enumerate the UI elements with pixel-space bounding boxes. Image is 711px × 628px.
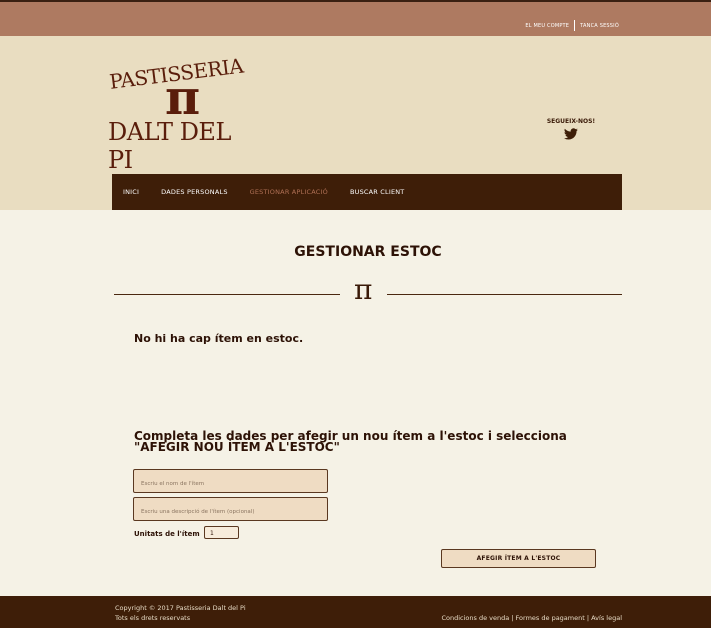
logo-line2: DALT DEL PI (108, 118, 231, 174)
divider-line-left (114, 294, 340, 295)
separator (574, 20, 576, 31)
add-item-instructions: Completa les dades per afegir un nou íte… (134, 429, 567, 454)
nav-item-inici[interactable]: INICI (123, 188, 139, 196)
follow-us-label: SEGUEIX-NOS! (546, 118, 596, 125)
page-title: GESTIONAR ESTOC (294, 244, 442, 260)
top-bar: EL MEU COMPTE TANCA SESSIÓ (0, 0, 711, 36)
item-description-input[interactable]: Escriu una descripció de l'ítem (opciona… (133, 497, 328, 521)
rights-text: Tots els drets reservats (115, 614, 191, 622)
my-account-link[interactable]: EL MEU COMPTE (525, 23, 569, 29)
main-content (0, 210, 711, 596)
logo[interactable]: PASTISSERIA π DALT DEL PI (108, 54, 258, 174)
divider-line-right (387, 294, 622, 295)
logout-link[interactable]: TANCA SESSIÓ (580, 23, 619, 29)
social-block: SEGUEIX-NOS! (535, 118, 607, 140)
item-name-input[interactable]: Escriu el nom de l'ítem (133, 469, 328, 493)
nav-item-buscar-client[interactable]: BUSCAR CLIENT (350, 188, 405, 196)
logo-pi-symbol: π (165, 70, 201, 126)
footer-links[interactable]: Condicions de venda | Formes de pagament… (441, 614, 622, 622)
add-item-button[interactable]: AFEGIR ÍTEM A L'ESTOC (441, 549, 596, 568)
units-label: Unitats de l'ítem (134, 530, 200, 538)
copyright-text: Copyright © 2017 Pastisseria Dalt del Pi (115, 604, 246, 612)
divider-pi-symbol: π (354, 273, 373, 306)
nav-item-dades-personals[interactable]: DADES PERSONALS (161, 188, 227, 196)
empty-stock-message: No hi ha cap ítem en estoc. (134, 332, 304, 345)
footer: Copyright © 2017 Pastisseria Dalt del Pi… (0, 596, 711, 628)
main-nav: INICI DADES PERSONALS GESTIONAR APLICACI… (112, 174, 622, 210)
twitter-icon[interactable] (564, 128, 578, 140)
account-links: EL MEU COMPTE TANCA SESSIÓ (525, 20, 619, 31)
units-input[interactable]: 1 (204, 526, 239, 539)
nav-item-gestionar-aplicacio[interactable]: GESTIONAR APLICACIÓ (250, 188, 328, 196)
pi-divider: π (114, 276, 622, 306)
